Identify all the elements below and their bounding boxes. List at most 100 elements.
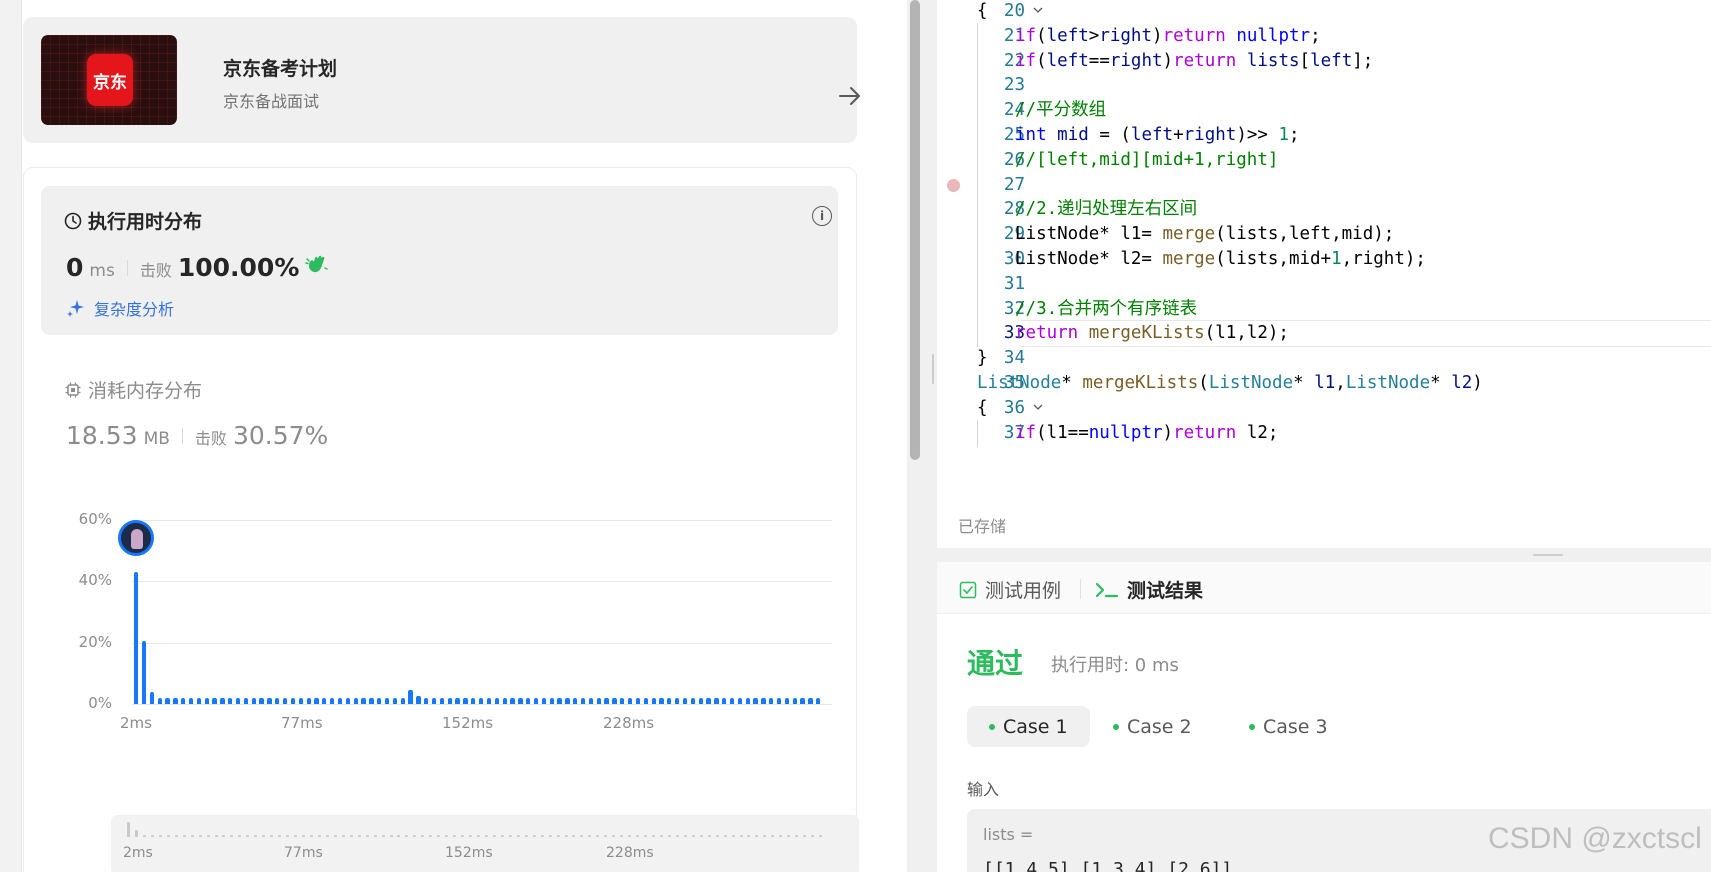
code-line[interactable]: 29 ListNode* l1= merge(lists,left,mid); bbox=[937, 221, 1711, 249]
code-line[interactable]: 31 bbox=[937, 270, 1711, 298]
case-1-button[interactable]: Case 1 bbox=[967, 706, 1090, 747]
chart-bar[interactable] bbox=[745, 697, 750, 704]
code-line[interactable]: 36{ bbox=[937, 395, 1711, 422]
chart-bar[interactable] bbox=[330, 697, 335, 704]
code-line[interactable]: 30 ListNode* l2= merge(lists,mid+1,right)… bbox=[937, 246, 1711, 273]
chart-bar[interactable] bbox=[494, 697, 499, 704]
chart-bar[interactable] bbox=[800, 697, 805, 704]
code-line[interactable]: 20{ bbox=[937, 0, 1711, 25]
chart-bar[interactable] bbox=[165, 697, 170, 704]
code-line[interactable]: 32//3.合并两个有序链表 bbox=[937, 295, 1711, 323]
code-line[interactable]: 26//[left,mid][mid+1,right] bbox=[937, 146, 1711, 174]
chart-bar[interactable] bbox=[486, 697, 492, 704]
chart-bar[interactable] bbox=[424, 697, 429, 704]
chart-bar[interactable] bbox=[714, 697, 719, 704]
chart-bar[interactable] bbox=[134, 572, 139, 704]
chart-bar[interactable] bbox=[722, 697, 727, 704]
chart-bar[interactable] bbox=[188, 697, 194, 704]
code-line[interactable]: 24//平分数组 bbox=[937, 97, 1711, 125]
chart-bar[interactable] bbox=[816, 697, 821, 704]
code-line[interactable]: 28//2.递归处理左右区间 bbox=[937, 196, 1711, 224]
scrollbar-thumb[interactable] bbox=[910, 0, 920, 460]
chart-bar[interactable] bbox=[337, 697, 343, 704]
chart-bar[interactable] bbox=[659, 697, 664, 704]
chart-bar[interactable] bbox=[212, 697, 217, 704]
chart-bar[interactable] bbox=[549, 697, 554, 704]
chart-bar[interactable] bbox=[369, 697, 374, 704]
chart-bar[interactable] bbox=[675, 697, 680, 704]
chart-bar[interactable] bbox=[667, 697, 672, 704]
chart-bar[interactable] bbox=[588, 697, 594, 704]
complexity-analysis-link[interactable]: 复杂度分析 bbox=[66, 296, 174, 320]
chart-bar[interactable] bbox=[455, 697, 460, 704]
chart-bar[interactable] bbox=[267, 697, 272, 704]
chart-bar[interactable] bbox=[400, 697, 405, 704]
chart-bar[interactable] bbox=[698, 697, 703, 704]
chart-bar[interactable] bbox=[392, 697, 398, 704]
chart-bar[interactable] bbox=[431, 697, 437, 704]
chart-bar[interactable] bbox=[220, 697, 225, 704]
chart-bar[interactable] bbox=[439, 697, 445, 704]
chart-bar[interactable] bbox=[447, 697, 452, 704]
chart-bar[interactable] bbox=[149, 691, 154, 704]
case-3-button[interactable]: Case 3 bbox=[1227, 706, 1350, 747]
code-line[interactable]: 23 bbox=[937, 72, 1711, 100]
chart-bar[interactable] bbox=[557, 697, 562, 704]
memory-title[interactable]: 消耗内存分布 bbox=[64, 376, 202, 403]
chart-bar[interactable] bbox=[228, 697, 233, 704]
tab-testcase[interactable]: 测试用例 bbox=[959, 576, 1061, 603]
promo-banner[interactable]: 京东 京东备考计划 京东备战面试 bbox=[23, 17, 860, 143]
code-editor[interactable]: 已存储 20{21 if(left>right)return nullptr; 22… bbox=[937, 0, 1711, 548]
chart-bar[interactable] bbox=[235, 697, 241, 704]
case-2-button[interactable]: Case 2 bbox=[1091, 706, 1214, 747]
chart-bar[interactable] bbox=[282, 697, 288, 704]
chart-bar[interactable] bbox=[416, 696, 421, 704]
chart-bar[interactable] bbox=[384, 697, 390, 704]
arrow-right-icon[interactable] bbox=[837, 85, 863, 107]
chart-bar[interactable] bbox=[737, 697, 743, 704]
chart-bar[interactable] bbox=[518, 697, 523, 704]
chart-bar[interactable] bbox=[565, 697, 570, 704]
chart-bar[interactable] bbox=[643, 697, 648, 704]
chart-bar[interactable] bbox=[251, 697, 256, 704]
runtime-distribution-chart[interactable]: 60% 40% 20% 0% 2ms 77ms 152ms 228ms bbox=[60, 510, 850, 790]
code-line[interactable]: 37 if(l1==nullptr)return l2; bbox=[937, 419, 1711, 447]
chart-bar[interactable] bbox=[290, 697, 296, 704]
chart-bar[interactable] bbox=[157, 697, 162, 704]
code-line[interactable]: 25 int mid = (left+right)>> 1; bbox=[937, 122, 1711, 149]
chart-bar[interactable] bbox=[353, 697, 358, 704]
chart-bar[interactable] bbox=[204, 697, 209, 704]
chart-bar[interactable] bbox=[596, 697, 601, 704]
chart-bar[interactable] bbox=[173, 697, 178, 704]
chart-bar[interactable] bbox=[408, 690, 413, 704]
code-line[interactable]: 34} bbox=[937, 345, 1711, 372]
chart-bar[interactable] bbox=[463, 697, 468, 704]
chart-bar[interactable] bbox=[682, 697, 688, 704]
chart-bar[interactable] bbox=[275, 697, 280, 704]
code-line[interactable]: 27 bbox=[937, 171, 1711, 199]
chart-bar[interactable] bbox=[471, 697, 476, 704]
tab-test-result[interactable]: 测试结果 bbox=[1095, 576, 1203, 603]
chart-bar[interactable] bbox=[243, 697, 249, 704]
chart-bar[interactable] bbox=[322, 697, 327, 704]
chart-bar[interactable] bbox=[792, 697, 797, 704]
panel-resize-gutter[interactable] bbox=[923, 0, 937, 872]
chart-bar[interactable] bbox=[306, 697, 311, 704]
chart-bar[interactable] bbox=[769, 697, 774, 704]
chart-bar[interactable] bbox=[776, 697, 782, 704]
chart-bar[interactable] bbox=[580, 697, 586, 704]
chart-bar[interactable] bbox=[479, 697, 484, 704]
chart-bar[interactable] bbox=[729, 697, 735, 704]
chart-bar[interactable] bbox=[651, 697, 656, 704]
chart-bar[interactable] bbox=[761, 697, 766, 704]
chart-bar[interactable] bbox=[541, 697, 547, 704]
chart-bar[interactable] bbox=[377, 697, 382, 704]
chart-bar[interactable] bbox=[620, 697, 625, 704]
chart-bar[interactable] bbox=[573, 697, 578, 704]
chart-bar[interactable] bbox=[612, 697, 617, 704]
fold-chevron-icon[interactable] bbox=[1033, 5, 1043, 15]
left-panel-scrollbar[interactable] bbox=[907, 0, 923, 872]
chart-bar[interactable] bbox=[196, 697, 202, 704]
code-line[interactable]: 35 ListNode* mergeKLists(ListNode* l1,Lis… bbox=[937, 370, 1711, 397]
chart-bar[interactable] bbox=[627, 697, 633, 704]
